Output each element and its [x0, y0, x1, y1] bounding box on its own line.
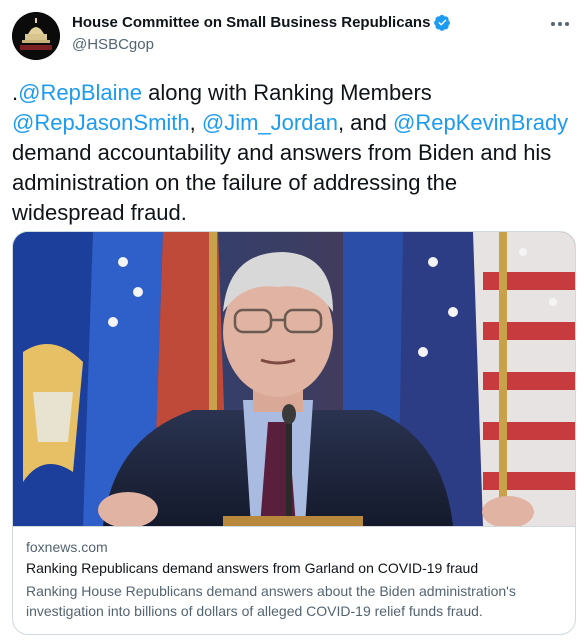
mention-link[interactable]: @Jim_Jordan [202, 110, 338, 135]
mention-link[interactable]: @RepKevinBrady [393, 110, 568, 135]
tweet-text: .@RepBlaine along with Ranking Members @… [12, 78, 572, 228]
card-description: Ranking House Republicans demand answers… [26, 583, 516, 619]
mention-link[interactable]: @RepBlaine [18, 80, 142, 105]
tweet-text-segment: , and [337, 110, 393, 135]
article-photo [13, 232, 575, 526]
tweet-text-segment: along with Ranking Members [141, 80, 432, 105]
more-horizontal-icon[interactable] [549, 14, 571, 34]
capitol-logo-icon [12, 12, 60, 60]
tweet-text-segment: , [189, 110, 202, 135]
author-handle[interactable]: @HSBCgop [72, 36, 154, 53]
tweet-text-segment: demand accountability and answers from B… [12, 140, 552, 225]
link-card[interactable]: foxnews.com Ranking Republicans demand a… [12, 231, 576, 635]
link-card-info: foxnews.com Ranking Republicans demand a… [13, 526, 575, 634]
avatar[interactable] [12, 12, 60, 60]
card-domain: foxnews.com [26, 539, 108, 555]
card-title: Ranking Republicans demand answers from … [26, 560, 479, 576]
mention-link[interactable]: @RepJasonSmith [12, 110, 190, 135]
author-display-name[interactable]: House Committee on Small Business Republ… [72, 14, 430, 31]
verified-badge-icon [434, 14, 451, 31]
